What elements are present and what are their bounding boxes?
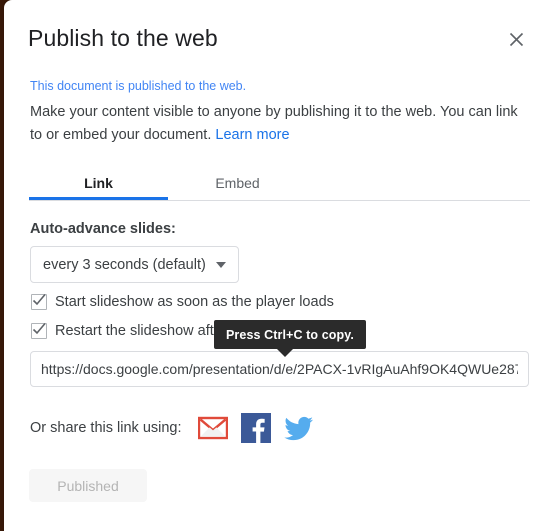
chevron-down-icon <box>215 261 226 268</box>
tooltip-arrow <box>277 349 293 357</box>
auto-advance-selected-value: every 3 seconds (default) <box>43 256 206 273</box>
close-icon[interactable] <box>503 26 529 52</box>
copy-tooltip: Press Ctrl+C to copy. <box>214 320 366 357</box>
share-label: Or share this link using: <box>30 420 182 436</box>
checkbox-checked-icon <box>31 322 47 339</box>
page-title: Publish to the web <box>28 25 218 51</box>
dialog-description: Make your content visible to anyone by p… <box>30 101 524 147</box>
checkbox-checked-icon <box>31 293 47 310</box>
auto-advance-label: Auto-advance slides: <box>30 221 176 237</box>
share-row: Or share this link using: <box>30 410 327 446</box>
checkbox-start-slideshow[interactable]: Start slideshow as soon as the player lo… <box>31 293 334 311</box>
gmail-icon[interactable] <box>197 413 228 443</box>
published-button[interactable]: Published <box>29 469 147 502</box>
published-status-text: This document is published to the web. <box>30 79 247 93</box>
tab-link[interactable]: Link <box>29 168 168 200</box>
twitter-icon[interactable] <box>283 413 314 443</box>
auto-advance-select[interactable]: every 3 seconds (default) <box>30 246 239 283</box>
tooltip-text: Press Ctrl+C to copy. <box>226 327 354 342</box>
facebook-icon[interactable] <box>240 413 271 443</box>
learn-more-link[interactable]: Learn more <box>215 127 289 143</box>
tab-embed[interactable]: Embed <box>168 168 307 200</box>
checkbox-label: Start slideshow as soon as the player lo… <box>55 294 334 310</box>
publish-to-web-dialog: Publish to the web This document is publ… <box>4 0 551 531</box>
tab-bar: Link Embed <box>29 168 530 201</box>
